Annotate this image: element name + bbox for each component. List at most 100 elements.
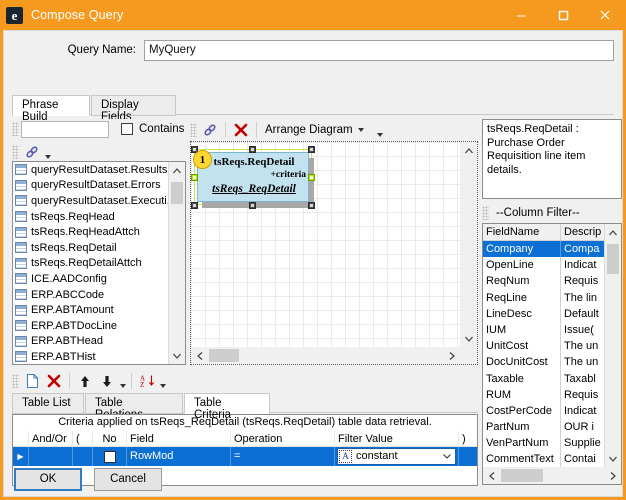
arrange-diagram-button[interactable]: Arrange Diagram — [261, 124, 368, 136]
cell-close-paren[interactable] — [459, 447, 477, 466]
table-list-item[interactable]: ERP.ABTDocLine — [13, 318, 168, 334]
scroll-up-icon[interactable] — [605, 224, 621, 241]
field-description-cell[interactable]: Contai — [561, 451, 604, 467]
resize-handle-n[interactable] — [249, 146, 256, 153]
field-grid-row[interactable]: RUM Requis — [483, 386, 604, 403]
field-grid-row[interactable]: Company Compa — [483, 241, 604, 258]
link-icon[interactable] — [199, 120, 221, 140]
field-grid-row[interactable]: Taxable Taxabl — [483, 370, 604, 387]
scroll-down-icon[interactable] — [169, 347, 185, 364]
diagram-canvas[interactable]: tsReqs.ReqDetail +criteria tsReqs_ReqDet… — [190, 141, 478, 365]
scroll-thumb[interactable] — [209, 349, 239, 362]
minimize-button[interactable] — [500, 0, 542, 30]
node-body[interactable]: tsReqs.ReqDetail +criteria tsReqs_ReqDet… — [197, 152, 309, 202]
field-grid-row[interactable]: CommentText Contai — [483, 451, 604, 467]
field-grid-row[interactable]: VenPartNum Supplie — [483, 435, 604, 452]
cell-filter-value[interactable]: A constant — [335, 447, 459, 466]
field-description-cell[interactable]: Indicat — [561, 403, 604, 419]
resize-handle-s[interactable] — [249, 202, 256, 209]
cell-and-or[interactable] — [29, 447, 73, 466]
delete-row-icon[interactable] — [43, 371, 65, 391]
table-list-item[interactable]: tsReqs.ReqHead — [13, 209, 168, 225]
field-grid-row[interactable]: DocUnitCost The un — [483, 354, 604, 371]
field-description-cell[interactable]: Supplie — [561, 435, 604, 451]
column-header-and-or[interactable]: And/Or — [29, 431, 73, 446]
filter-value-editor[interactable]: A constant — [337, 448, 456, 465]
field-name-cell[interactable]: Taxable — [483, 370, 561, 387]
toolbar-overflow-caret-icon[interactable] — [376, 120, 385, 140]
scroll-up-icon[interactable] — [169, 162, 185, 179]
column-header-no[interactable]: No — [93, 431, 127, 446]
cell-open-paren[interactable] — [73, 447, 93, 466]
scroll-down-icon[interactable] — [605, 450, 621, 467]
field-name-cell[interactable]: CostPerCode — [483, 402, 561, 420]
resize-handle-se[interactable] — [308, 202, 315, 209]
column-header-field[interactable]: Field — [127, 431, 231, 446]
field-grid-scrollbar[interactable] — [604, 224, 621, 467]
field-grid-row[interactable]: LineDesc Default — [483, 305, 604, 322]
tab-table-relations[interactable]: Table Relations — [85, 393, 183, 421]
table-list-item[interactable]: ERP.ABCCode — [13, 287, 168, 303]
scroll-thumb[interactable] — [607, 244, 619, 274]
field-grid-row[interactable]: PartNum OUR i — [483, 419, 604, 436]
field-description-cell[interactable]: Indicat — [561, 257, 604, 273]
field-description-cell[interactable]: Default — [561, 306, 604, 322]
column-header-filter-value[interactable]: Filter Value — [335, 431, 459, 446]
field-name-cell[interactable]: ReqLine — [483, 289, 561, 306]
field-grid-row[interactable]: CostPerCode Indicat — [483, 402, 604, 420]
field-grid-row[interactable]: OpenLine Indicat — [483, 257, 604, 274]
cell-no[interactable] — [93, 447, 127, 466]
chevron-down-icon[interactable] — [439, 450, 454, 463]
link-tables-icon[interactable] — [21, 142, 43, 162]
query-name-input[interactable]: MyQuery — [144, 39, 614, 61]
column-header-open-paren[interactable]: ( — [73, 431, 93, 446]
column-header-operation[interactable]: Operation — [231, 431, 335, 446]
sort-az-icon[interactable]: A Z — [136, 371, 158, 391]
diagram-vertical-scrollbar[interactable] — [460, 142, 477, 347]
field-grid-row[interactable]: ReqLine The lin — [483, 289, 604, 306]
field-grid[interactable]: FieldName Descrip Company Compa OpenLine In… — [482, 223, 622, 485]
resize-handle-sw[interactable] — [191, 202, 198, 209]
diagram-table-node[interactable]: tsReqs.ReqDetail +criteria tsReqs_ReqDet… — [191, 146, 319, 210]
table-list-item[interactable]: ERP.ABTAmount — [13, 302, 168, 318]
cell-field[interactable]: RowMod — [127, 447, 231, 466]
field-name-cell[interactable]: RUM — [483, 386, 561, 403]
table-list-item[interactable]: tsReqs.ReqHeadAttch — [13, 224, 168, 240]
table-list-item[interactable]: queryResultDataset.Errors — [13, 178, 168, 194]
table-list-item[interactable]: queryResultDataset.Results — [13, 162, 168, 178]
table-search-input[interactable] — [21, 120, 109, 138]
column-header-close-paren[interactable]: ) — [459, 431, 477, 446]
no-checkbox[interactable] — [103, 450, 116, 463]
close-button[interactable] — [584, 0, 626, 30]
field-name-cell[interactable]: LineDesc — [483, 305, 561, 322]
field-name-cell[interactable]: IUM — [483, 321, 561, 339]
field-name-cell[interactable]: ReqNum — [483, 273, 561, 290]
scroll-left-icon[interactable] — [191, 347, 208, 364]
field-grid-row[interactable]: UnitCost The un — [483, 338, 604, 355]
contains-checkbox[interactable] — [121, 123, 133, 135]
field-description-cell[interactable]: Taxabl — [561, 371, 604, 387]
tab-table-criteria[interactable]: Table Criteria — [184, 393, 270, 421]
ok-button[interactable]: OK — [14, 467, 82, 491]
field-name-cell[interactable]: Company — [483, 241, 561, 258]
field-name-cell[interactable]: CommentText — [483, 451, 561, 467]
table-list-scrollbar[interactable] — [168, 162, 185, 364]
table-list-item[interactable]: ICE.AADConfig — [13, 271, 168, 287]
delete-red-x-icon[interactable] — [230, 120, 252, 140]
table-list-item[interactable]: queryResultDataset.Executi... — [13, 193, 168, 209]
scroll-thumb[interactable] — [171, 182, 183, 204]
tab-table-list[interactable]: Table List — [12, 393, 84, 414]
cell-operation[interactable]: = — [231, 447, 335, 466]
scroll-up-icon[interactable] — [460, 142, 477, 159]
tab-display-fields[interactable]: Display Fields — [91, 95, 176, 123]
table-list[interactable]: queryResultDataset.Results queryResultDat… — [12, 161, 186, 365]
scroll-down-icon[interactable] — [460, 330, 477, 347]
scroll-right-icon[interactable] — [443, 347, 460, 364]
field-description-cell[interactable]: The lin — [561, 290, 604, 306]
field-name-cell[interactable]: OpenLine — [483, 257, 561, 274]
field-description-cell[interactable]: Requis — [561, 387, 604, 403]
link-handle-e[interactable] — [308, 174, 315, 181]
diagram-horizontal-scrollbar[interactable] — [191, 347, 460, 364]
maximize-button[interactable] — [542, 0, 584, 30]
move-down-dropdown-icon[interactable] — [118, 371, 127, 391]
